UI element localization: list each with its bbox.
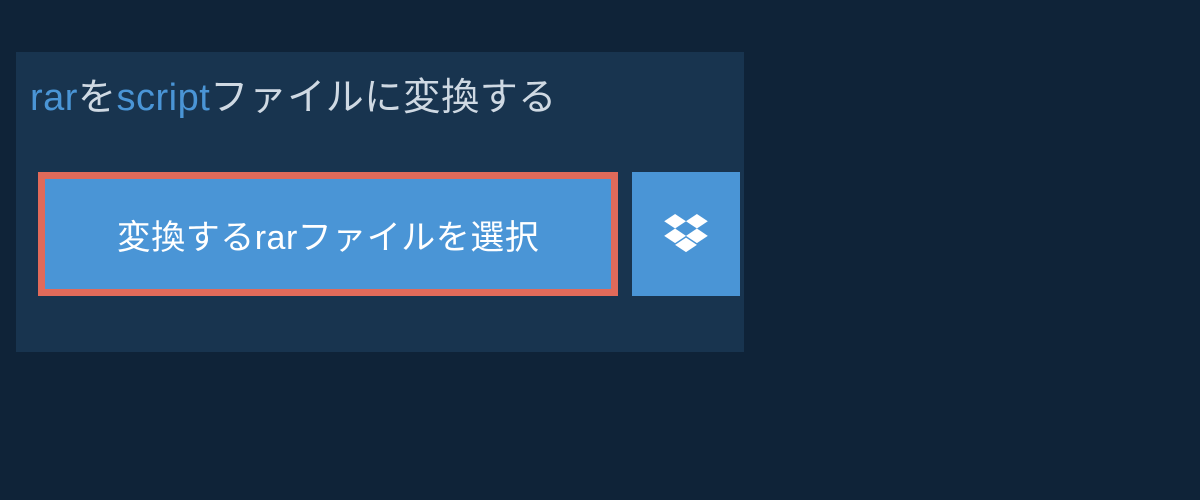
dropbox-upload-button[interactable]: [632, 172, 740, 296]
select-keyword: rar: [255, 219, 298, 257]
title-source-format: rar: [30, 77, 78, 119]
page-title: rarをscriptファイルに変換する: [30, 66, 557, 121]
select-file-button-label: 変換するrarファイルを選択: [117, 210, 540, 259]
upload-button-row: 変換するrarファイルを選択: [38, 172, 740, 296]
title-suffix: ファイルに変換する: [210, 77, 557, 119]
heading-bar: rarをscriptファイルに変換する: [16, 52, 666, 134]
select-prefix: 変換する: [117, 219, 255, 257]
converter-panel: rarをscriptファイルに変換する 変換するrarファイルを選択: [16, 52, 744, 352]
select-file-button[interactable]: 変換するrarファイルを選択: [38, 172, 618, 296]
select-suffix: ファイルを選択: [298, 219, 540, 257]
title-target-format: script: [116, 77, 210, 119]
dropbox-icon: [664, 214, 708, 254]
title-mid: を: [78, 77, 117, 119]
